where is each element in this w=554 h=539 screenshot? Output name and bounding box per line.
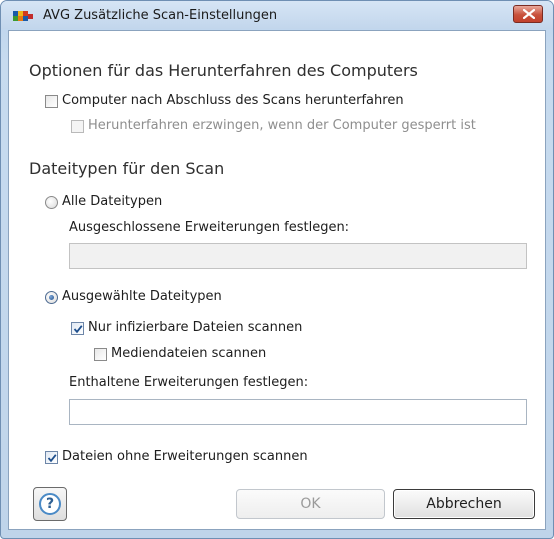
avg-logo-icon [13, 9, 35, 25]
ok-button[interactable]: OK [236, 489, 385, 519]
help-icon: ? [39, 493, 61, 515]
dialog-content: Optionen für das Herunterfahren des Comp… [8, 30, 546, 530]
all-file-types-radio[interactable] [45, 196, 58, 209]
cancel-button[interactable]: Abbrechen [393, 489, 535, 519]
excluded-extensions-label: Ausgeschlossene Erweiterungen festlegen: [69, 220, 350, 235]
infectable-only-checkbox[interactable] [71, 322, 84, 335]
included-extensions-input[interactable] [69, 399, 527, 425]
title-bar[interactable]: AVG Zusätzliche Scan-Einstellungen [1, 1, 553, 29]
help-icon-glyph: ? [45, 496, 55, 512]
window-title: AVG Zusätzliche Scan-Einstellungen [43, 8, 278, 23]
close-button[interactable] [513, 5, 543, 23]
radio-selected-dot [49, 295, 54, 300]
force-shutdown-label: Herunterfahren erzwingen, wenn der Compu… [88, 118, 476, 133]
force-shutdown-checkbox [71, 120, 84, 133]
close-x-icon [523, 9, 535, 19]
media-files-label[interactable]: Mediendateien scannen [111, 346, 266, 361]
help-button[interactable]: ? [33, 487, 67, 521]
dialog-window: AVG Zusätzliche Scan-Einstellungen Optio… [0, 0, 554, 539]
selected-file-types-label[interactable]: Ausgewählte Dateitypen [62, 289, 222, 304]
no-extension-label[interactable]: Dateien ohne Erweiterungen scannen [62, 449, 308, 464]
no-extension-checkbox[interactable] [45, 451, 58, 464]
excluded-extensions-input [69, 243, 527, 269]
all-file-types-label[interactable]: Alle Dateitypen [62, 194, 162, 209]
included-extensions-label: Enthaltene Erweiterungen festlegen: [69, 375, 309, 390]
infectable-only-label[interactable]: Nur infizierbare Dateien scannen [88, 320, 302, 335]
checkmark-icon [47, 454, 57, 463]
shutdown-after-scan-checkbox[interactable] [45, 95, 58, 108]
shutdown-after-scan-label[interactable]: Computer nach Abschluss des Scans herunt… [62, 93, 404, 108]
shutdown-options-heading: Optionen für das Herunterfahren des Comp… [29, 61, 418, 80]
checkmark-icon [73, 325, 83, 334]
file-types-heading: Dateitypen für den Scan [29, 159, 225, 178]
media-files-checkbox[interactable] [94, 348, 107, 361]
selected-file-types-radio[interactable] [45, 291, 58, 304]
